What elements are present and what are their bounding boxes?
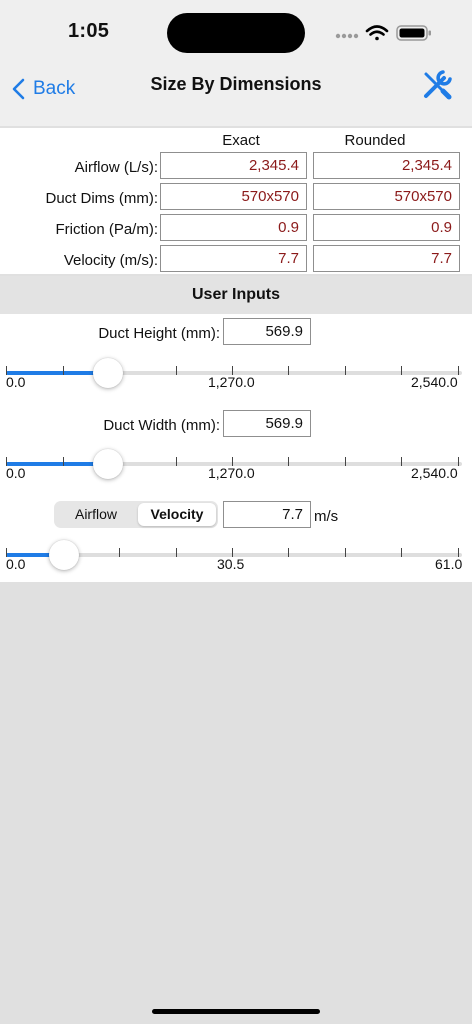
velocity-label: Velocity (m/s): (63, 252, 158, 269)
home-indicator (152, 1009, 320, 1014)
airflow-velocity-toggle[interactable]: Airflow Velocity (54, 501, 218, 528)
duct-height-input[interactable]: 569.9 (223, 318, 311, 345)
page-title: Size By Dimensions (150, 74, 322, 94)
results-table: Exact Rounded Airflow (L/s): 2,345.4 2,3… (0, 128, 472, 274)
slider-tick (176, 548, 177, 557)
user-inputs-panel: Duct Height (mm): 569.9 0.0 1,270.0 2,54… (0, 314, 472, 582)
slider-tick (176, 457, 177, 466)
slider-thumb[interactable] (49, 540, 79, 570)
height-mid-label: 1,270.0 (208, 374, 255, 390)
slider-tick (401, 457, 402, 466)
status-time: 1:05 (68, 20, 110, 42)
slider-tick (63, 366, 64, 375)
velocity-min-label: 0.0 (6, 556, 26, 572)
slider-thumb[interactable] (93, 449, 123, 479)
slider-tick (63, 457, 64, 466)
slider-tick (458, 366, 459, 375)
slider-tick (119, 548, 120, 557)
status-icons (335, 25, 431, 41)
duct-dims-exact-value: 570x570 (160, 183, 307, 210)
slider-tick (345, 548, 346, 557)
slider-tick (401, 366, 402, 375)
duct-width-label: Duct Width (mm): (103, 417, 220, 434)
navigation-bar: Back Size By Dimensions (0, 64, 472, 126)
duct-dims-label: Duct Dims (mm): (45, 190, 159, 207)
velocity-mid-label: 30.5 (217, 556, 245, 572)
duct-dims-rounded-value: 570x570 (313, 183, 460, 210)
signal-icon (335, 33, 359, 39)
slider-tick (345, 457, 346, 466)
airflow-rounded-value: 2,345.4 (313, 152, 460, 179)
segment-velocity[interactable]: Velocity (138, 503, 216, 526)
width-max-label: 2,540.0 (411, 465, 458, 481)
slider-tick (288, 366, 289, 375)
height-max-label: 2,540.0 (411, 374, 458, 390)
dynamic-island (167, 13, 305, 53)
width-mid-label: 1,270.0 (208, 465, 255, 481)
airflow-label: Airflow (L/s): (74, 159, 158, 176)
width-min-label: 0.0 (6, 465, 26, 481)
duct-height-label: Duct Height (mm): (98, 325, 220, 342)
slider-tick (458, 457, 459, 466)
velocity-exact-value: 7.7 (160, 245, 307, 272)
wifi-icon (365, 25, 389, 41)
user-inputs-header: User Inputs (0, 276, 472, 314)
friction-label: Friction (Pa/m): (55, 221, 158, 238)
friction-rounded-value: 0.9 (313, 214, 460, 241)
velocity-rounded-value: 7.7 (313, 245, 460, 272)
wrench-screwdriver-icon[interactable] (420, 68, 454, 102)
slider-tick (288, 457, 289, 466)
battery-icon (396, 25, 431, 41)
velocity-unit: m/s (314, 508, 339, 525)
slider-tick (345, 366, 346, 375)
section-title: User Inputs (191, 286, 280, 303)
slider-thumb[interactable] (93, 358, 123, 388)
exact-column-header: Exact (222, 132, 260, 149)
airflow-exact-value: 2,345.4 (160, 152, 307, 179)
duct-width-input[interactable]: 569.9 (223, 410, 311, 437)
slider-tick (176, 366, 177, 375)
friction-exact-value: 0.9 (160, 214, 307, 241)
velocity-max-label: 61.0 (435, 556, 463, 572)
slider-tick (401, 548, 402, 557)
status-bar: 1:05 (0, 0, 472, 64)
segment-airflow[interactable]: Airflow (56, 503, 136, 526)
height-min-label: 0.0 (6, 374, 26, 390)
velocity-input[interactable]: 7.7 (223, 501, 311, 528)
slider-tick (288, 548, 289, 557)
rounded-column-header: Rounded (344, 132, 406, 149)
